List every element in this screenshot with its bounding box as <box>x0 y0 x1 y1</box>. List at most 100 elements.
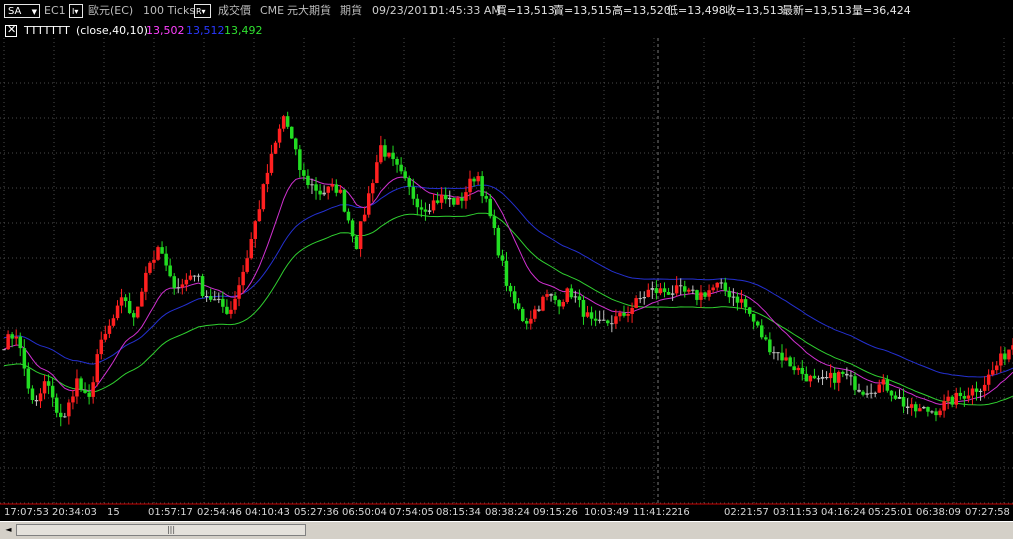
candle-body <box>885 379 890 391</box>
candle-body <box>796 367 800 371</box>
candle-body <box>200 276 205 296</box>
scrollbar-thumb[interactable]: ||| <box>16 524 306 536</box>
candle-body <box>346 211 351 221</box>
candle-body <box>273 142 278 154</box>
candle-body <box>488 198 492 217</box>
candle-body <box>6 334 10 350</box>
time-axis: 17:07:53 20:34:03 15 01:57:17 02:54:46 04:10:… <box>0 505 1013 520</box>
candle-body <box>391 152 395 159</box>
candle-body <box>290 126 294 139</box>
candle-body <box>156 247 160 260</box>
candle-body <box>334 184 339 193</box>
candle-body <box>427 210 432 212</box>
candle-body <box>666 292 671 295</box>
candle-body <box>545 294 549 297</box>
candle-body <box>249 239 253 259</box>
symbol-selector[interactable]: SA ▼ <box>4 4 40 18</box>
candle-body <box>593 318 598 321</box>
candle-body <box>670 293 675 295</box>
candle-body <box>265 172 270 185</box>
candle-body <box>10 334 14 339</box>
candle-body <box>512 291 517 304</box>
indicator-name: TTTTTTT <box>24 24 70 37</box>
candle-body <box>50 385 55 398</box>
indicator-lower-value: 13,492 <box>224 24 263 37</box>
candle-body <box>168 265 172 277</box>
candle-body <box>966 395 971 399</box>
candle-body <box>439 194 444 203</box>
x-axis-tick-label: 16 <box>677 507 690 518</box>
horizontal-scrollbar[interactable]: ◄ ||| <box>0 521 1013 539</box>
candle-body <box>484 196 488 199</box>
candle-body <box>743 299 748 308</box>
contract-dropdown[interactable]: I▾ <box>69 4 83 18</box>
candle-body <box>241 271 245 286</box>
candle-body <box>606 320 610 324</box>
candle-body <box>115 305 120 319</box>
price-chart[interactable] <box>0 38 1013 505</box>
candle-body <box>764 337 768 340</box>
candle-body <box>711 287 715 291</box>
candle-body <box>132 313 136 318</box>
x-axis-tick-label: 07:27:58 <box>965 507 1010 518</box>
candle-body <box>991 370 995 375</box>
x-axis-tick-label: 03:11:53 <box>773 507 818 518</box>
candle-body <box>362 214 367 222</box>
candle-body <box>435 200 440 203</box>
candle-body <box>986 374 991 385</box>
price-field-label: 成交價 <box>218 4 251 17</box>
candle-body <box>257 209 262 222</box>
candle-body <box>751 313 756 322</box>
x-axis-tick-label: 09:15:26 <box>533 507 578 518</box>
chart-window: SA ▼ EC1 I▾ 歐元(EC) 100 Ticks R▾ 成交價 CME … <box>0 0 1013 539</box>
interval-label: 100 Ticks <box>143 4 196 17</box>
candle-body <box>229 309 233 314</box>
candle-body <box>999 353 1003 366</box>
close-indicator-button[interactable]: ✕ <box>5 23 17 37</box>
candle-body <box>573 296 578 298</box>
x-axis-tick-label: 04:16:24 <box>821 507 866 518</box>
candle-body <box>585 312 590 317</box>
candle-body <box>873 392 877 394</box>
candle-body <box>225 306 229 314</box>
candle-body <box>747 307 752 314</box>
candle-body <box>1003 353 1007 360</box>
candle-body <box>322 192 326 195</box>
candle-body <box>820 377 825 379</box>
candle-body <box>75 378 79 397</box>
indicator-legend: ✕ TTTTTTT (close,40,10) 13,502 13,512 13… <box>0 22 400 38</box>
x-axis-tick-label: 05:27:36 <box>294 507 339 518</box>
last-price: 最新=13,513 <box>782 4 852 17</box>
candle-body <box>849 375 853 377</box>
x-axis-tick-label: 08:15:34 <box>436 507 481 518</box>
scroll-left-arrow[interactable]: ◄ <box>2 524 15 536</box>
candle-body <box>950 396 954 405</box>
x-axis-tick-label: 07:54:05 <box>389 507 434 518</box>
symbol-label: SA <box>8 6 22 17</box>
x-axis-tick-label: 17:07:53 <box>4 507 49 518</box>
candle-body <box>188 275 193 280</box>
candle-body <box>285 116 290 127</box>
candle-body <box>326 186 330 193</box>
candle-body <box>204 296 209 297</box>
candle-body <box>792 366 796 371</box>
candle-body <box>954 392 958 405</box>
candle-body <box>164 253 168 266</box>
indicator-upper-value: 13,512 <box>186 24 225 37</box>
candle-body <box>87 392 91 397</box>
mid-band-line <box>3 176 1013 405</box>
candle-body <box>253 221 257 239</box>
candle-body <box>55 397 59 413</box>
candle-body <box>152 259 156 263</box>
candle-body <box>314 184 318 191</box>
x-axis-tick-label: 06:50:04 <box>342 507 387 518</box>
candle-body <box>715 282 719 288</box>
price-field-dropdown[interactable]: R▾ <box>194 4 211 18</box>
candle-body <box>602 319 606 321</box>
left-arrow-icon: ◄ <box>5 525 12 534</box>
candle-body <box>841 371 845 374</box>
candle-body <box>731 296 736 298</box>
candle-body <box>217 298 221 300</box>
candle-body <box>897 397 902 399</box>
candle-body <box>91 382 95 397</box>
